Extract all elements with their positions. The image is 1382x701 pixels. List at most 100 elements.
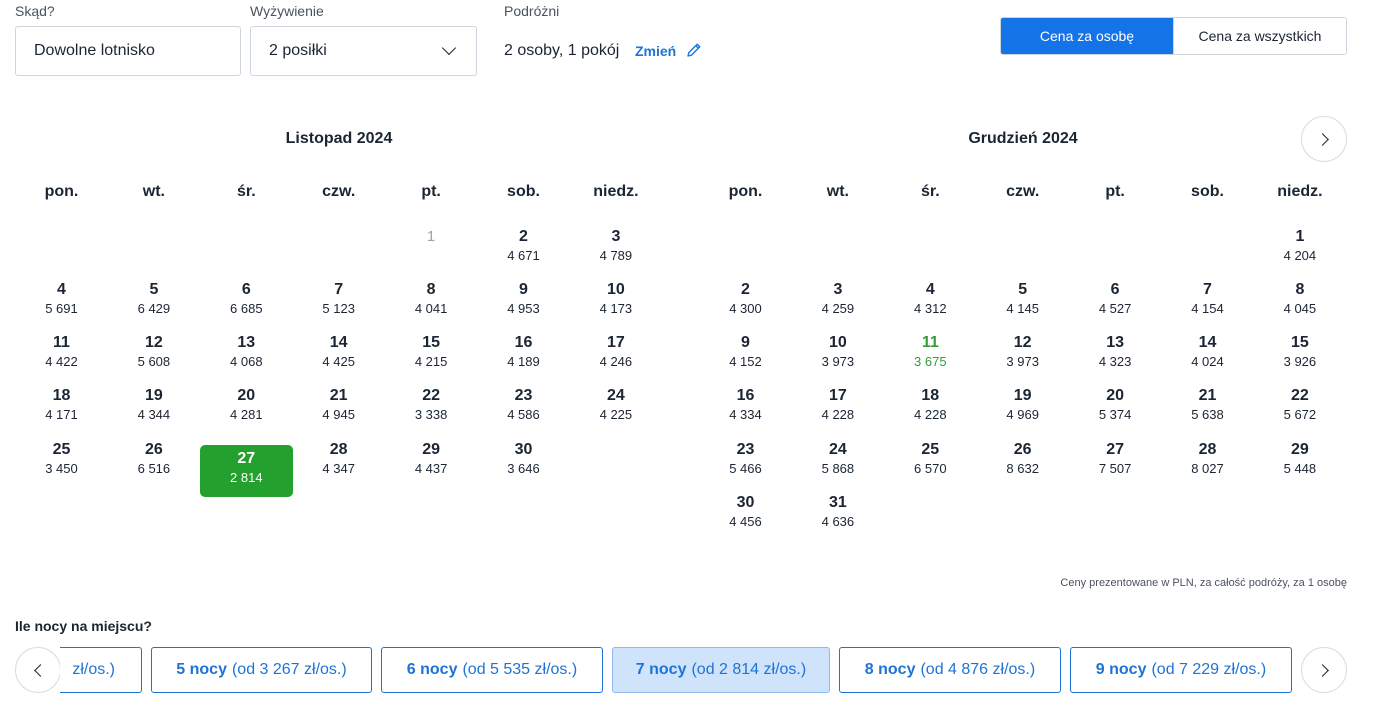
calendar-day[interactable]: 30 4 456 [699, 492, 792, 545]
calendar-day[interactable]: 3 4 789 [569, 226, 662, 279]
day-price: 3 675 [914, 354, 947, 369]
nights-next-button[interactable] [1301, 647, 1347, 693]
calendar-day[interactable]: 14 4 425 [292, 332, 385, 385]
calendar-day[interactable]: 11 3 675 [884, 332, 977, 385]
calendar-day[interactable]: 24 4 225 [569, 385, 662, 438]
calendar-day[interactable]: 2 4 671 [477, 226, 570, 279]
calendar-day[interactable]: 13 4 068 [200, 332, 293, 385]
travellers-value: 2 osoby, 1 pokój [504, 42, 620, 59]
nights-prev-button[interactable] [15, 647, 61, 693]
calendar-day[interactable]: 9 4 152 [699, 332, 792, 385]
calendar-day[interactable]: 31 4 636 [791, 492, 884, 545]
day-price: 4 189 [507, 354, 540, 369]
calendar-day[interactable]: 15 4 215 [385, 332, 478, 385]
nights-option-price: (od 7 229 zł/os.) [1151, 661, 1267, 678]
calendar-day[interactable]: 4 5 691 [15, 279, 108, 332]
calendar-day[interactable]: 10 4 173 [569, 279, 662, 332]
calendar-day[interactable]: 4 4 312 [884, 279, 977, 332]
calendar-day[interactable]: 25 6 570 [884, 439, 977, 492]
day-price: 4 145 [1006, 301, 1039, 316]
day-number: 14 [329, 334, 348, 351]
calendar-day[interactable]: 19 4 344 [107, 385, 200, 438]
calendar-day[interactable]: 10 3 973 [791, 332, 884, 385]
calendar-day[interactable]: 12 5 608 [107, 332, 200, 385]
calendar-day[interactable]: 8 4 041 [385, 279, 478, 332]
calendar-day[interactable]: 2 4 300 [699, 279, 792, 332]
nights-option[interactable]: 7 nocy (od 2 814 zł/os.) [612, 647, 830, 693]
chevron-left-icon [33, 663, 47, 677]
calendar-day[interactable]: 21 5 638 [1161, 385, 1254, 438]
calendar-day[interactable]: 23 5 466 [699, 439, 792, 492]
calendar-day[interactable]: 17 4 228 [791, 385, 884, 438]
price-per-person-button[interactable]: Cena za osobę [1001, 18, 1173, 54]
calendar-day[interactable]: 14 4 024 [1161, 332, 1254, 385]
calendar-day[interactable]: 23 4 586 [477, 385, 570, 438]
calendar-day[interactable]: 27 7 507 [1069, 439, 1162, 492]
from-airport-field[interactable]: Dowolne lotnisko [15, 26, 241, 76]
calendar-day[interactable]: 26 6 516 [107, 439, 200, 492]
calendar-day[interactable]: 12 3 973 [976, 332, 1069, 385]
calendar-day[interactable]: 29 4 437 [385, 439, 478, 492]
calendar-day[interactable]: 7 4 154 [1161, 279, 1254, 332]
day-number: 7 [1203, 281, 1212, 298]
calendar-day[interactable]: 18 4 171 [15, 385, 108, 438]
nights-option[interactable]: 8 nocy (od 4 876 zł/os.) [839, 647, 1061, 693]
calendar-day[interactable]: 6 6 685 [200, 279, 293, 332]
change-travellers-link[interactable]: Zmień [635, 43, 676, 59]
calendar-day[interactable]: 22 5 672 [1253, 385, 1346, 438]
travellers-label: Podróżni [504, 3, 560, 19]
calendar-day[interactable]: 18 4 228 [884, 385, 977, 438]
calendar-day[interactable]: 13 4 323 [1069, 332, 1162, 385]
calendar-day[interactable]: 11 4 422 [15, 332, 108, 385]
calendar-day[interactable]: 22 3 338 [385, 385, 478, 438]
calendar-day[interactable]: 20 5 374 [1069, 385, 1162, 438]
calendar-day[interactable]: 17 4 246 [569, 332, 662, 385]
calendar-day[interactable]: 16 4 334 [699, 385, 792, 438]
calendar-day[interactable]: 15 3 926 [1253, 332, 1346, 385]
calendar-day[interactable]: 3 4 259 [791, 279, 884, 332]
pencil-icon[interactable] [686, 42, 702, 58]
day-price: 4 154 [1191, 301, 1224, 316]
day-number: 21 [1198, 387, 1217, 404]
calendar-day[interactable]: 19 4 969 [976, 385, 1069, 438]
calendar-day[interactable]: 27 2 814 [199, 445, 293, 497]
day-number: 20 [1106, 387, 1124, 404]
calendar-day[interactable]: 16 4 189 [477, 332, 570, 385]
board-select[interactable]: 2 posiłki [250, 26, 477, 76]
calendar-day[interactable]: 28 8 027 [1161, 439, 1254, 492]
day-number: 2 [741, 281, 750, 298]
calendar-day[interactable]: 6 4 527 [1069, 279, 1162, 332]
day-number: 23 [736, 441, 755, 458]
calendar-day[interactable]: 7 5 123 [292, 279, 385, 332]
calendar-day[interactable]: 5 6 429 [107, 279, 200, 332]
price-mode-toggle: Cena za osobę Cena za wszystkich [1000, 17, 1347, 55]
calendar-day[interactable]: 1 4 204 [1253, 226, 1346, 279]
calendar-day[interactable]: 29 5 448 [1253, 439, 1346, 492]
day-price: 4 173 [599, 301, 633, 316]
calendar-day[interactable]: 21 4 945 [292, 385, 385, 438]
weekday-header: pt. [1105, 183, 1125, 200]
day-price: 4 323 [1098, 354, 1132, 369]
nights-option-partial[interactable]: zł/os.) [60, 647, 142, 693]
day-number: 21 [329, 387, 348, 404]
calendar-day[interactable]: 26 8 632 [976, 439, 1069, 492]
calendar-day[interactable]: 25 3 450 [15, 439, 108, 492]
next-month-button[interactable] [1301, 116, 1347, 162]
nights-option[interactable]: 6 nocy (od 5 535 zł/os.) [381, 647, 603, 693]
calendar-day[interactable]: 9 4 953 [477, 279, 570, 332]
calendar-day[interactable]: 30 3 646 [477, 439, 570, 492]
nights-option[interactable]: 5 nocy (od 3 267 zł/os.) [151, 647, 372, 693]
calendar-day[interactable]: 24 5 868 [791, 439, 884, 492]
calendar-day[interactable]: 20 4 281 [200, 385, 293, 438]
calendar-day[interactable]: 28 4 347 [292, 439, 385, 492]
day-number: 17 [828, 387, 847, 404]
calendar-day[interactable]: 5 4 145 [976, 279, 1069, 332]
price-total-button[interactable]: Cena za wszystkich [1173, 18, 1346, 54]
day-price: 5 691 [45, 301, 78, 316]
day-price: 8 027 [1191, 461, 1224, 476]
day-number: 19 [1013, 387, 1032, 404]
month-title: Grudzień 2024 [968, 130, 1078, 147]
nights-option[interactable]: 9 nocy (od 7 229 zł/os.) [1070, 647, 1292, 693]
day-number: 22 [1290, 387, 1309, 404]
calendar-day[interactable]: 8 4 045 [1253, 279, 1346, 332]
